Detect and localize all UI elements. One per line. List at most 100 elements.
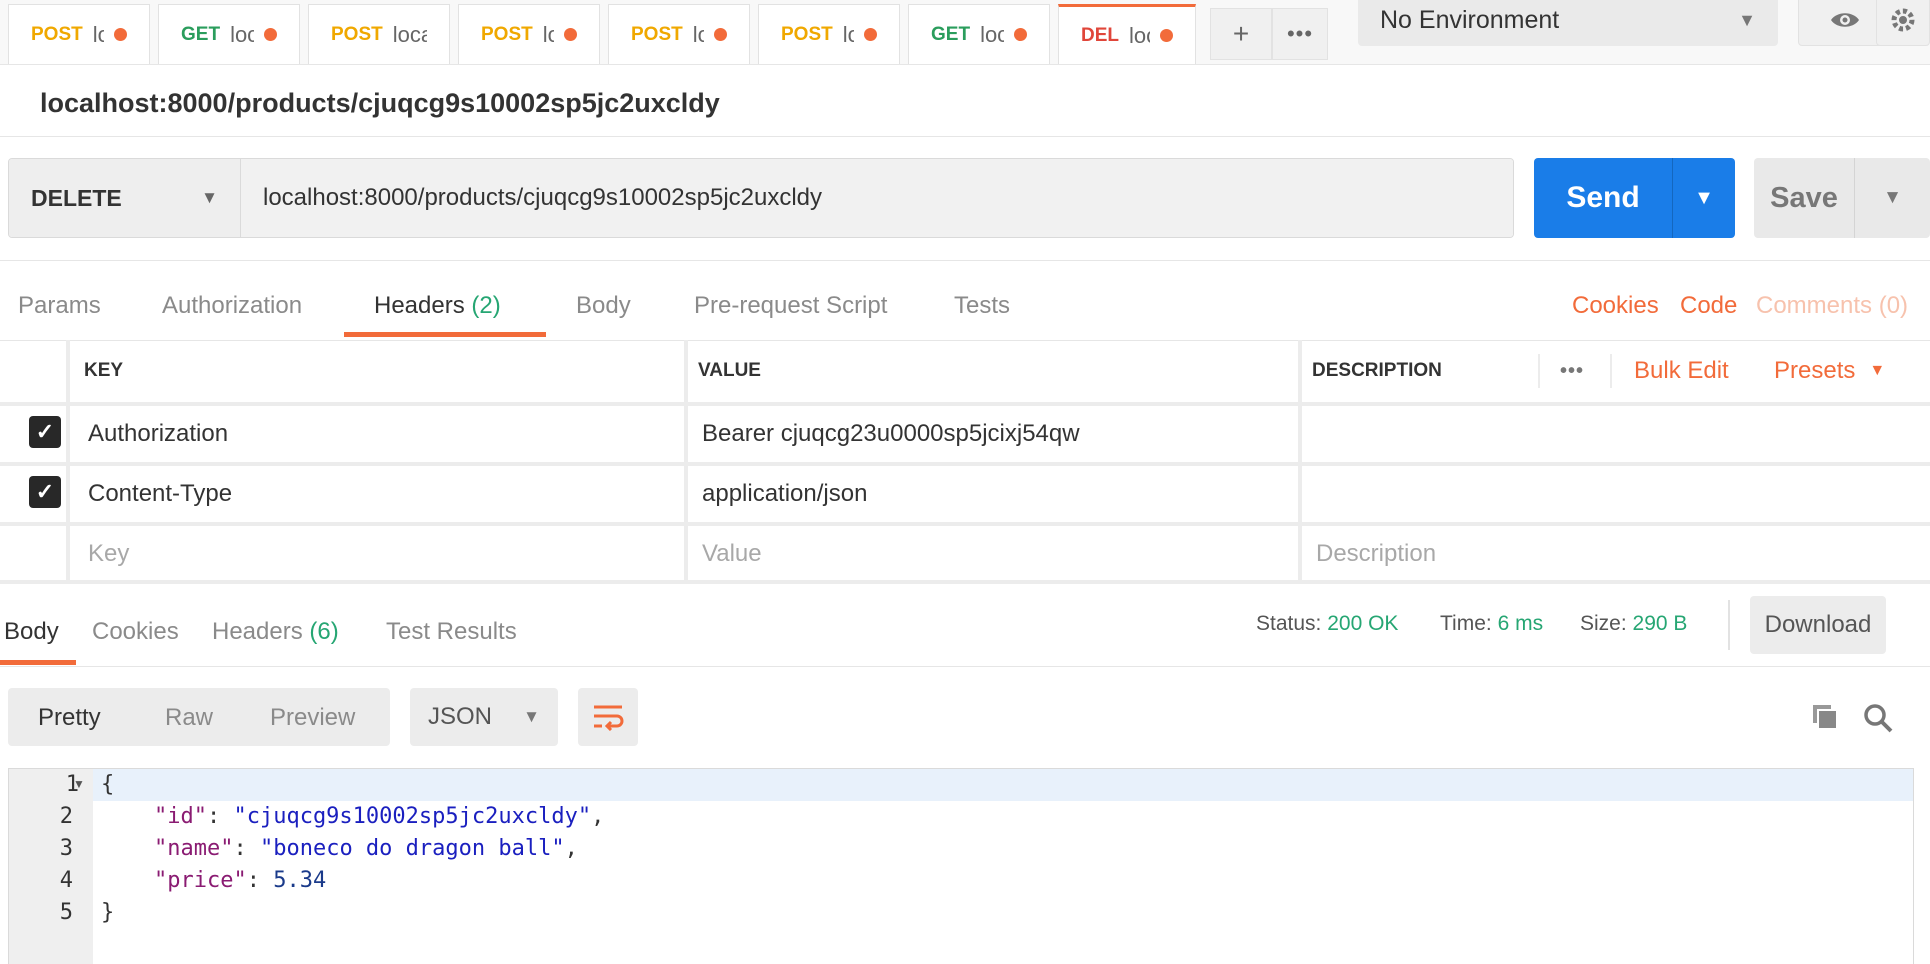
view-raw-button[interactable]: Raw	[165, 704, 213, 732]
tab-authorization[interactable]: Authorization	[162, 292, 302, 320]
tab-url: localhost:8000	[980, 21, 1004, 47]
save-options-button[interactable]: ▼	[1855, 158, 1930, 238]
line-number: 3	[59, 836, 73, 861]
wrap-lines-button[interactable]	[578, 688, 638, 746]
caret-down-icon: ▼	[1883, 187, 1902, 208]
tab-headers-label: Headers	[374, 292, 465, 319]
response-tab-headers[interactable]: Headers (6)	[212, 618, 339, 646]
active-line-highlight	[93, 769, 1913, 801]
bulk-edit-link[interactable]: Bulk Edit	[1634, 340, 1729, 402]
tab-url: localhost:8000	[230, 21, 254, 47]
request-tab[interactable]: POST localhost:8000/	[8, 4, 150, 64]
checkbox-icon: ✓	[35, 479, 55, 504]
request-tab[interactable]: GET localhost:8000	[158, 4, 300, 64]
comments-link[interactable]: Comments (0)	[1756, 292, 1908, 320]
send-button[interactable]: Send ▼	[1534, 158, 1735, 238]
divider	[0, 136, 1930, 137]
format-select[interactable]: JSON ▼	[410, 688, 558, 746]
send-options-button[interactable]: ▼	[1673, 158, 1735, 238]
line-number: 4	[59, 868, 73, 893]
response-tab-test-results[interactable]: Test Results	[386, 618, 517, 646]
code-line: "price": 5.34	[153, 868, 327, 893]
request-tab[interactable]: POST localhost:8000	[458, 4, 600, 64]
method-label: DELETE	[31, 184, 122, 211]
url-text: localhost:8000/products/cjuqcg9s10002sp5…	[263, 184, 823, 211]
request-tab-active[interactable]: DEL localhost:8000	[1058, 4, 1196, 64]
tab-method: POST	[31, 23, 83, 45]
copy-icon	[1813, 705, 1838, 730]
cookies-link[interactable]: Cookies	[1572, 292, 1659, 320]
header-description-cell[interactable]	[1316, 406, 1916, 462]
request-tab[interactable]: POST localhost:8000	[758, 4, 900, 64]
tab-url: localhost:8000/	[92, 21, 104, 47]
response-tab-cookies[interactable]: Cookies	[92, 618, 179, 646]
url-input[interactable]: localhost:8000/products/cjuqcg9s10002sp5…	[241, 159, 1513, 237]
environment-select[interactable]: No Environment ▼	[1358, 0, 1778, 46]
request-bar: DELETE ▼ localhost:8000/products/cjuqcg9…	[8, 158, 1514, 238]
save-button[interactable]: Save ▼	[1754, 158, 1930, 238]
format-label: JSON	[428, 703, 493, 730]
header-enabled-checkbox[interactable]: ✓	[29, 476, 61, 508]
header-key-cell[interactable]: Content-Type	[88, 466, 232, 522]
response-body-editor[interactable]: 1 ▼ 2 3 4 5 { "id": "cjuqcg9s10002sp5jc2…	[8, 768, 1914, 964]
tab-headers[interactable]: Headers (2)	[374, 292, 501, 320]
new-header-value-input[interactable]: Value	[702, 526, 762, 582]
unsaved-dot-icon	[1160, 29, 1173, 42]
header-description-cell[interactable]	[1316, 466, 1916, 522]
presets-dropdown[interactable]: Presets ▼	[1774, 340, 1885, 402]
status-value: 200 OK	[1327, 612, 1399, 635]
header-value-cell[interactable]: application/json	[702, 466, 867, 522]
line-gutter	[9, 769, 93, 964]
download-button[interactable]: Download	[1750, 596, 1886, 654]
unsaved-dot-icon	[864, 28, 877, 41]
json-brace: {	[101, 772, 115, 797]
new-header-description-input[interactable]: Description	[1316, 526, 1436, 582]
time-value: 6 ms	[1497, 612, 1544, 635]
copy-button[interactable]	[1810, 702, 1840, 737]
tab-params[interactable]: Params	[18, 292, 101, 320]
caret-down-icon: ▼	[1869, 362, 1886, 379]
request-title: localhost:8000/products/cjuqcg9s10002sp5…	[40, 88, 720, 118]
column-header-value: VALUE	[698, 360, 761, 381]
request-tab[interactable]: POST localhost:8000	[608, 4, 750, 64]
view-preview-button[interactable]: Preview	[270, 704, 355, 732]
caret-down-icon: ▼	[1694, 186, 1714, 209]
new-tab-button[interactable]: +	[1210, 8, 1272, 60]
search-response-button[interactable]	[1862, 702, 1894, 739]
tab-headers-count: (2)	[471, 292, 501, 319]
tab-method: POST	[631, 23, 683, 45]
tab-url: localhost:8000	[842, 21, 854, 47]
header-key-cell[interactable]: Authorization	[88, 406, 228, 462]
unsaved-dot-icon	[114, 28, 127, 41]
row-divider	[0, 522, 1930, 526]
view-pretty-button[interactable]: Pretty	[38, 704, 101, 732]
status-label: Status:	[1256, 612, 1322, 635]
caret-down-icon: ▼	[201, 188, 218, 207]
tab-method: GET	[931, 23, 971, 45]
tab-url: localhost:8000	[1129, 22, 1150, 48]
search-icon	[1864, 704, 1893, 733]
more-icon[interactable]: •••	[1560, 340, 1584, 402]
request-tab[interactable]: POST localhost:8000	[308, 4, 450, 64]
code-link[interactable]: Code	[1680, 292, 1737, 320]
fold-caret-icon[interactable]: ▼	[73, 777, 85, 791]
plus-icon: +	[1232, 18, 1250, 49]
header-value-cell[interactable]: Bearer cjuqcg23u0000sp5jcixj54qw	[702, 406, 1080, 462]
row-divider	[0, 580, 1930, 584]
divider	[1728, 600, 1730, 650]
response-tab-body[interactable]: Body	[4, 618, 59, 646]
size-value: 290 B	[1632, 612, 1688, 635]
header-enabled-checkbox[interactable]: ✓	[29, 416, 61, 448]
request-tab[interactable]: GET localhost:8000	[908, 4, 1050, 64]
unsaved-dot-icon	[714, 28, 727, 41]
new-header-key-input[interactable]: Key	[88, 526, 129, 582]
method-select[interactable]: DELETE ▼	[9, 159, 241, 237]
tab-body[interactable]: Body	[576, 292, 631, 320]
code-line: }	[101, 900, 114, 925]
settings-button[interactable]	[1876, 0, 1930, 46]
tab-tests[interactable]: Tests	[954, 292, 1010, 320]
json-string: "cjuqcg9s10002sp5jc2uxcldy"	[233, 804, 592, 829]
presets-label: Presets	[1774, 357, 1856, 384]
tab-prerequest-script[interactable]: Pre-request Script	[694, 292, 887, 320]
tab-options-button[interactable]: •••	[1272, 8, 1328, 60]
